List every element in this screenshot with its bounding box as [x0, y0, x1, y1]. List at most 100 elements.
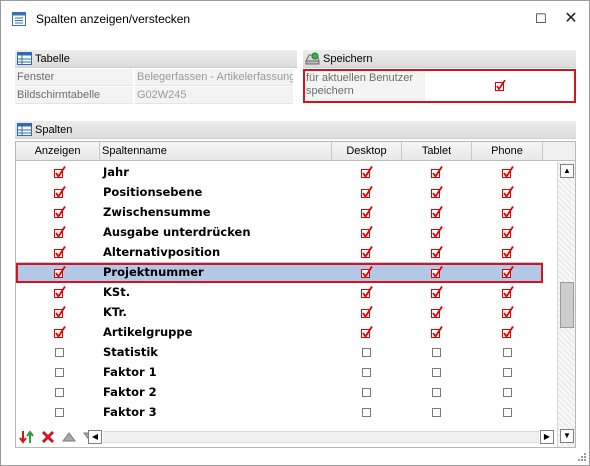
col-header-phone[interactable]: Phone: [472, 142, 543, 161]
tablet-checkbox[interactable]: [431, 266, 443, 278]
show-checkbox[interactable]: [54, 366, 66, 378]
desktop-checkbox[interactable]: [361, 326, 373, 338]
desktop-checkbox[interactable]: [361, 246, 373, 258]
tabelle-section-title: Tabelle: [35, 53, 70, 65]
desktop-checkbox[interactable]: [361, 346, 373, 358]
phone-checkbox[interactable]: [502, 266, 514, 278]
show-checkbox[interactable]: [54, 286, 66, 298]
desktop-checkbox[interactable]: [361, 366, 373, 378]
phone-checkbox[interactable]: [502, 366, 514, 378]
table-row[interactable]: Faktor 3: [16, 402, 543, 422]
phone-checkbox[interactable]: [502, 326, 514, 338]
desktop-checkbox[interactable]: [361, 186, 373, 198]
tablet-checkbox[interactable]: [431, 306, 443, 318]
col-header-desktop[interactable]: Desktop: [332, 142, 402, 161]
scroll-down-button[interactable]: ▼: [560, 429, 574, 443]
horizontal-scrollbar[interactable]: ◀ ▶: [88, 430, 554, 444]
phone-checkbox[interactable]: [502, 406, 514, 418]
bildschirmtabelle-label: Bildschirmtabelle: [15, 87, 133, 104]
table-row[interactable]: Jahr: [16, 162, 543, 182]
tablet-checkbox[interactable]: [431, 166, 443, 178]
tablet-checkbox[interactable]: [431, 286, 443, 298]
tablet-checkbox[interactable]: [431, 326, 443, 338]
show-checkbox[interactable]: [54, 206, 66, 218]
scroll-up-button[interactable]: ▲: [560, 164, 574, 178]
fenster-label: Fenster: [15, 69, 133, 86]
column-name: Jahr: [103, 165, 129, 179]
sort-order-icon[interactable]: [19, 429, 35, 445]
table-row[interactable]: Positionsebene: [16, 182, 543, 202]
col-header-tablet[interactable]: Tablet: [402, 142, 472, 161]
col-header-anzeigen[interactable]: Anzeigen: [16, 142, 100, 161]
show-checkbox[interactable]: [54, 186, 66, 198]
column-name: Artikelgruppe: [103, 325, 193, 339]
scroll-thumb[interactable]: [560, 282, 574, 328]
column-name: Faktor 3: [103, 405, 157, 419]
phone-checkbox[interactable]: [502, 226, 514, 238]
title-bar: Spalten anzeigen/verstecken ☐ ✕: [1, 1, 589, 37]
desktop-checkbox[interactable]: [361, 266, 373, 278]
columns-grid: Anzeigen Spaltenname Desktop Tablet Phon…: [15, 141, 576, 448]
tablet-checkbox[interactable]: [431, 366, 443, 378]
scroll-right-button[interactable]: ▶: [540, 430, 554, 444]
phone-checkbox[interactable]: [502, 286, 514, 298]
table-row[interactable]: Zwischensumme: [16, 202, 543, 222]
tablet-checkbox[interactable]: [431, 386, 443, 398]
show-checkbox[interactable]: [54, 226, 66, 238]
table-row[interactable]: Artikelgruppe: [16, 322, 543, 342]
tablet-checkbox[interactable]: [431, 206, 443, 218]
save-for-user-checkbox[interactable]: [495, 80, 506, 91]
move-up-icon[interactable]: [61, 429, 77, 445]
col-header-spaltenname[interactable]: Spaltenname: [100, 142, 332, 161]
phone-checkbox[interactable]: [502, 306, 514, 318]
phone-checkbox[interactable]: [502, 186, 514, 198]
desktop-checkbox[interactable]: [361, 406, 373, 418]
desktop-checkbox[interactable]: [361, 206, 373, 218]
table-row[interactable]: Projektnummer: [16, 262, 543, 282]
vertical-scrollbar[interactable]: ▲ ▼: [557, 162, 575, 447]
tablet-checkbox[interactable]: [431, 186, 443, 198]
show-checkbox[interactable]: [54, 306, 66, 318]
show-checkbox[interactable]: [54, 246, 66, 258]
table-row[interactable]: KTr.: [16, 302, 543, 322]
phone-checkbox[interactable]: [502, 246, 514, 258]
desktop-checkbox[interactable]: [361, 306, 373, 318]
delete-icon[interactable]: [40, 429, 56, 445]
tablet-checkbox[interactable]: [431, 346, 443, 358]
table-row[interactable]: Alternativposition: [16, 242, 543, 262]
show-checkbox[interactable]: [54, 406, 66, 418]
desktop-checkbox[interactable]: [361, 226, 373, 238]
table-row[interactable]: Faktor 1: [16, 362, 543, 382]
show-checkbox[interactable]: [54, 326, 66, 338]
phone-checkbox[interactable]: [502, 166, 514, 178]
fenster-row: Fenster Belegerfassen - Artikelerfassung: [15, 69, 297, 86]
tablet-checkbox[interactable]: [431, 246, 443, 258]
table-row[interactable]: Statistik: [16, 342, 543, 362]
show-checkbox[interactable]: [54, 386, 66, 398]
show-checkbox[interactable]: [54, 166, 66, 178]
phone-checkbox[interactable]: [502, 346, 514, 358]
column-name: Projektnummer: [103, 265, 204, 279]
horizontal-scroll-track[interactable]: [103, 431, 539, 443]
table-row[interactable]: KSt.: [16, 282, 543, 302]
desktop-checkbox[interactable]: [361, 166, 373, 178]
maximize-button[interactable]: ☐: [531, 9, 551, 29]
close-button[interactable]: ✕: [561, 9, 581, 29]
show-checkbox[interactable]: [54, 346, 66, 358]
scroll-left-button[interactable]: ◀: [88, 430, 102, 444]
tablet-checkbox[interactable]: [431, 406, 443, 418]
column-name: Ausgabe unterdrücken: [103, 225, 251, 239]
table-row[interactable]: Ausgabe unterdrücken: [16, 222, 543, 242]
tablet-checkbox[interactable]: [431, 226, 443, 238]
phone-checkbox[interactable]: [502, 206, 514, 218]
resize-grip-icon[interactable]: [575, 452, 587, 464]
phone-checkbox[interactable]: [502, 386, 514, 398]
show-checkbox[interactable]: [54, 266, 66, 278]
save-for-user-label: für aktuellen Benutzer speichern: [306, 72, 414, 97]
desktop-checkbox[interactable]: [361, 286, 373, 298]
dialog-window: Spalten anzeigen/verstecken ☐ ✕ Tabelle …: [0, 0, 590, 466]
desktop-checkbox[interactable]: [361, 386, 373, 398]
bildschirmtabelle-value: G02W245: [135, 87, 293, 104]
table-row[interactable]: Faktor 2: [16, 382, 543, 402]
dialog-body: Tabelle Fenster Belegerfassen - Artikele…: [1, 37, 589, 465]
